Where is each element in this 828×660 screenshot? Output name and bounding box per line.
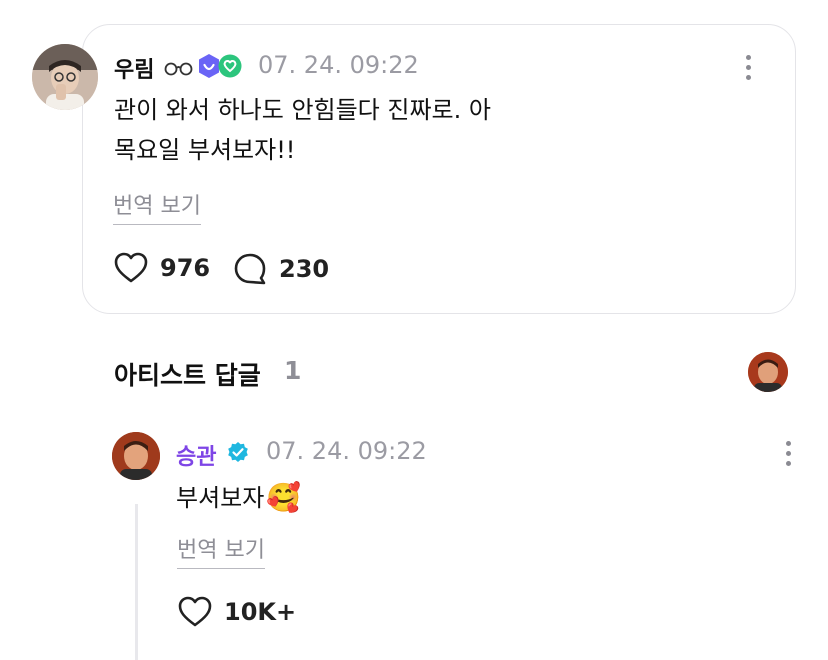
- reply-body: 부셔보자 🥰: [176, 478, 576, 518]
- artist-replies-count: 1: [284, 356, 302, 385]
- post-timestamp: 07. 24. 09:22: [258, 51, 419, 79]
- reply-timestamp: 07. 24. 09:22: [266, 437, 427, 465]
- reply-like-button[interactable]: 10K+: [178, 596, 296, 628]
- post-like-count: 976: [160, 254, 211, 282]
- smiling-face-with-hearts-icon: 🥰: [266, 481, 302, 514]
- reply-text: 부셔보자: [176, 484, 265, 512]
- post-like-button[interactable]: 976: [114, 252, 210, 284]
- post-author-name[interactable]: 우림: [114, 52, 154, 84]
- comment-icon: [234, 253, 266, 285]
- membership-badge-icon: [199, 54, 242, 78]
- artist-avatar-small[interactable]: [748, 352, 788, 392]
- post-body: 관이 와서 하나도 안힘들다 진짜로. 아 목요일 부셔보자!!: [114, 96, 491, 164]
- heart-icon: [114, 252, 148, 283]
- artist-replies-title: 아티스트 답글: [114, 361, 261, 390]
- verified-icon: [228, 442, 248, 462]
- reply-like-count: 10K+: [224, 598, 297, 626]
- post-comment-count: 230: [279, 255, 330, 283]
- reply-author-avatar[interactable]: [112, 432, 160, 480]
- post-comment-button[interactable]: 230: [233, 252, 329, 286]
- reply-more-icon[interactable]: [784, 441, 792, 471]
- glasses-icon: [164, 62, 193, 76]
- reply-thread-line: [135, 504, 138, 660]
- post-more-icon[interactable]: [744, 55, 752, 85]
- post-translate-link[interactable]: 번역 보기: [113, 188, 201, 225]
- reply-author-name[interactable]: 승관: [176, 439, 216, 471]
- heart-icon: [178, 596, 212, 627]
- reply-translate-link[interactable]: 번역 보기: [177, 532, 265, 569]
- post-author-avatar[interactable]: [32, 44, 98, 110]
